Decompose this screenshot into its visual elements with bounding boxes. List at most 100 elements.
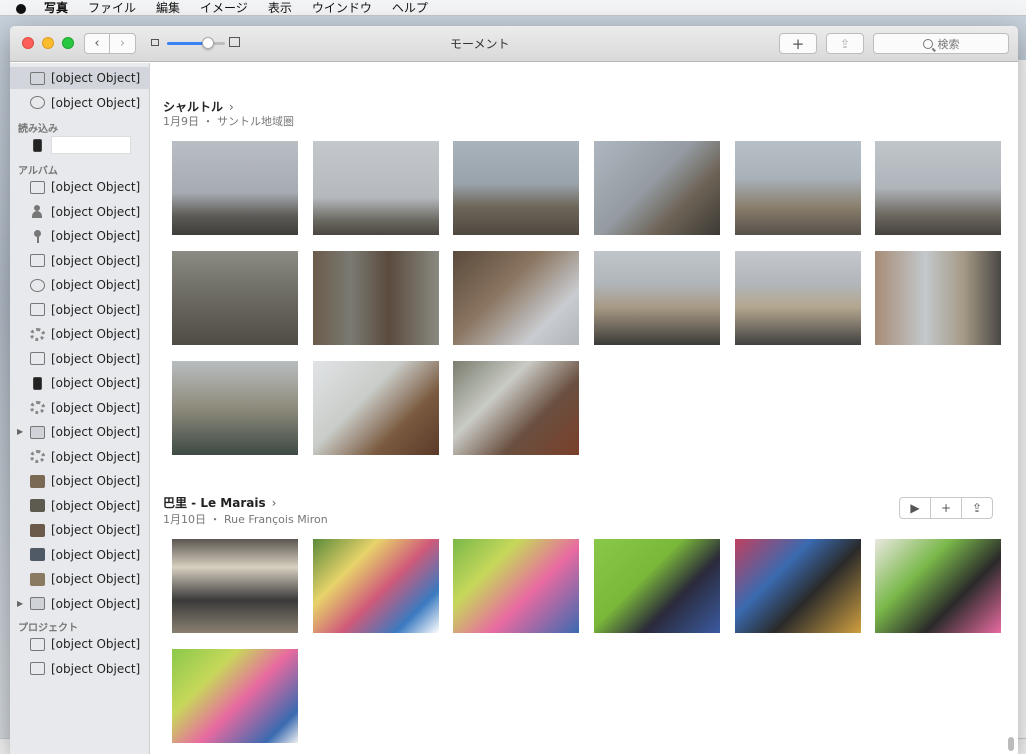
menu-edit[interactable]: 編集 xyxy=(156,0,180,16)
scrollbar[interactable] xyxy=(1008,737,1014,751)
photo-thumbnail[interactable] xyxy=(172,361,298,455)
chevron-right-icon: › xyxy=(271,496,277,510)
photo-thumbnail[interactable] xyxy=(313,539,439,633)
moment-title-text: シャルトル xyxy=(163,100,224,114)
folder-icon xyxy=(30,597,45,610)
sidebar-item-label: [object Object] xyxy=(51,449,141,464)
moment-title[interactable]: 巴里 - Le Marais › xyxy=(163,494,276,511)
photo-thumbnail[interactable] xyxy=(875,141,1001,235)
iphone-icon xyxy=(33,138,42,152)
zoom-window-button[interactable] xyxy=(62,37,74,49)
search-field[interactable]: 検索 xyxy=(873,33,1009,54)
close-window-button[interactable] xyxy=(22,37,34,49)
moment-actions: ▶ + ⇪ xyxy=(899,497,993,519)
photo-thumbnail[interactable] xyxy=(594,539,720,633)
minimize-window-button[interactable] xyxy=(42,37,54,49)
photo-thumbnail[interactable] xyxy=(875,539,1001,633)
zoom-in-icon[interactable] xyxy=(229,37,240,47)
import-section-header: 読み込み xyxy=(18,124,58,135)
photo-thumbnail[interactable] xyxy=(594,141,720,235)
photo-thumbnail[interactable] xyxy=(172,649,298,743)
photos-window: ‹ › モーメント + ⇪ 検索 [object Object] [object … xyxy=(10,26,1018,754)
sidebar-item-album-thumb-14[interactable]: [object Object] xyxy=(10,519,150,541)
sidebar-item-memories-1[interactable]: [object Object] xyxy=(10,92,150,114)
sidebar-item-people-1[interactable]: [object Object] xyxy=(10,201,150,223)
sidebar-item-label: [object Object] xyxy=(51,204,141,219)
add-button[interactable]: + xyxy=(779,33,817,54)
all-photos-icon xyxy=(30,180,45,194)
sidebar-item-places-2[interactable]: [object Object] xyxy=(10,225,150,247)
sidebar-item-photos-0[interactable]: [object Object] xyxy=(10,67,150,89)
sidebar-item-folder-10[interactable]: [object Object] xyxy=(10,421,150,443)
zoom-out-icon[interactable] xyxy=(151,39,159,46)
photo-thumbnail[interactable] xyxy=(735,141,861,235)
photo-thumbnail[interactable] xyxy=(875,251,1001,345)
sidebar-item-video-3[interactable]: [object Object] xyxy=(10,250,150,272)
menu-file[interactable]: ファイル xyxy=(88,0,136,16)
photo-thumbnail[interactable] xyxy=(735,539,861,633)
photo-thumbnail[interactable] xyxy=(313,361,439,455)
sidebar-item-panorama-5[interactable]: [object Object] xyxy=(10,299,150,321)
back-button[interactable]: ‹ xyxy=(84,33,110,54)
sidebar-item-smart-album-9[interactable]: [object Object] xyxy=(10,397,150,419)
photo-thumbnail[interactable] xyxy=(453,361,579,455)
sidebar: [object Object] [object Object] 読み込み アルバム [o… xyxy=(10,63,150,754)
photo-thumbnail[interactable] xyxy=(172,141,298,235)
photo-thumbnail[interactable] xyxy=(594,251,720,345)
sidebar-item-screenshot-8[interactable]: [object Object] xyxy=(10,372,150,394)
menu-view[interactable]: 表示 xyxy=(268,0,292,16)
sidebar-item-burst-7[interactable]: [object Object] xyxy=(10,348,150,370)
share-button[interactable]: ⇪ xyxy=(826,33,864,54)
sidebar-item-album-thumb-12[interactable]: [object Object] xyxy=(10,470,150,492)
sidebar-item-label: [object Object] xyxy=(51,425,141,439)
photo-thumbnail[interactable] xyxy=(172,251,298,345)
play-slideshow-button[interactable]: ▶ xyxy=(900,498,931,518)
menu-image[interactable]: イメージ xyxy=(200,0,248,16)
sidebar-item-album-thumb-13[interactable]: [object Object] xyxy=(10,495,150,517)
sidebar-item-label: [object Object] xyxy=(51,498,141,513)
sidebar-item-label: [object Object] xyxy=(51,327,141,341)
sidebar-item-device[interactable] xyxy=(10,134,150,156)
album-thumb-icon xyxy=(30,572,45,586)
add-to-album-button[interactable]: + xyxy=(931,498,962,518)
sidebar-item-slowmo-6[interactable]: [object Object] xyxy=(10,323,150,345)
projects-section-header: プロジェクト xyxy=(18,623,78,634)
sidebar-item-project-p1[interactable]: [object Object] xyxy=(10,658,150,680)
photo-thumbnail[interactable] xyxy=(313,141,439,235)
sidebar-item-folder-17[interactable]: [object Object] xyxy=(10,593,150,615)
photo-thumbnail[interactable] xyxy=(453,539,579,633)
album-thumb-icon xyxy=(30,499,45,512)
disclosure-triangle-icon[interactable]: ▶ xyxy=(17,427,23,436)
share-moment-button[interactable]: ⇪ xyxy=(962,498,992,518)
people-icon xyxy=(30,205,45,218)
sidebar-item-label: [object Object] xyxy=(51,278,141,292)
photo-thumbnail[interactable] xyxy=(735,251,861,345)
slowmo-icon xyxy=(30,327,45,341)
sidebar-item-project-p0[interactable]: [object Object] xyxy=(10,633,150,655)
search-icon xyxy=(922,38,933,49)
sidebar-item-album-thumb-16[interactable]: [object Object] xyxy=(10,568,150,590)
zoom-slider[interactable] xyxy=(167,42,225,45)
smart-album-icon xyxy=(30,401,45,414)
navigation-buttons: ‹ › xyxy=(84,33,136,54)
places-icon xyxy=(30,229,45,243)
forward-button[interactable]: › xyxy=(110,33,136,54)
photo-thumbnail[interactable] xyxy=(453,141,579,235)
sidebar-item-clock-4[interactable]: [object Object] xyxy=(10,274,150,296)
menu-window[interactable]: ウインドウ xyxy=(312,0,372,16)
photo-thumbnail[interactable] xyxy=(453,251,579,345)
memories-icon xyxy=(30,96,45,109)
disclosure-triangle-icon[interactable]: ▶ xyxy=(17,599,23,608)
zoom-slider-knob[interactable] xyxy=(201,37,214,49)
photo-thumbnail[interactable] xyxy=(172,539,298,633)
sidebar-item-all-photos-0[interactable]: [object Object] xyxy=(10,176,150,198)
folder-icon xyxy=(30,425,45,439)
menu-photos[interactable]: 写真 xyxy=(44,0,68,16)
apple-icon[interactable] xyxy=(14,1,28,15)
sidebar-item-smart-album-11[interactable]: [object Object] xyxy=(10,446,150,468)
menu-help[interactable]: ヘルプ xyxy=(392,0,428,16)
sidebar-item-album-thumb-15[interactable]: [object Object] xyxy=(10,544,150,566)
sidebar-item-label: [object Object] xyxy=(51,474,141,488)
photo-thumbnail[interactable] xyxy=(313,251,439,345)
panorama-icon xyxy=(30,303,45,316)
